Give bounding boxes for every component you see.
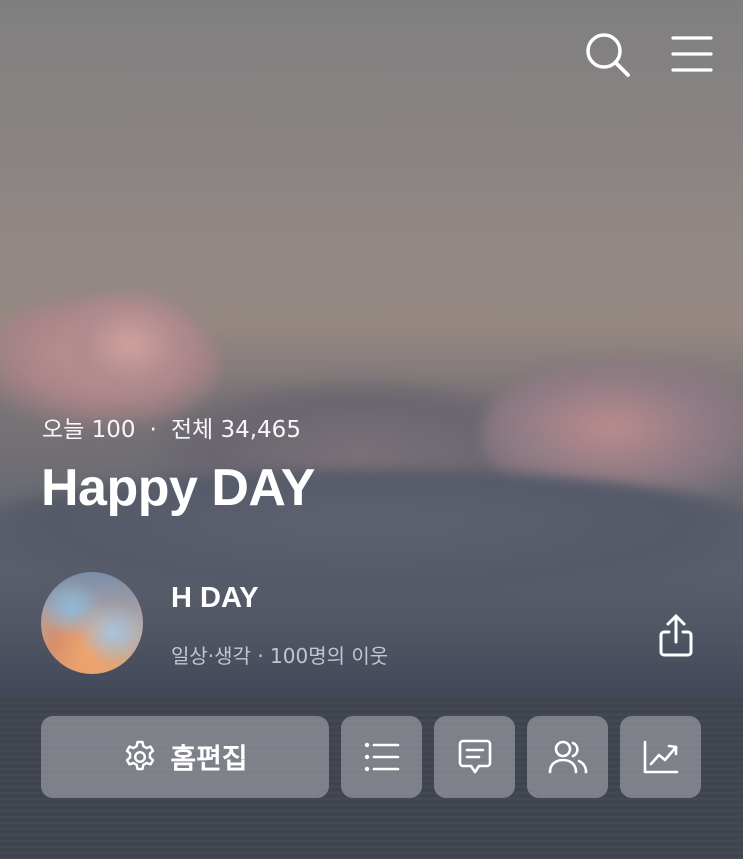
share-icon[interactable] [652,612,700,660]
statistics-button[interactable] [620,716,701,798]
profile-name[interactable]: H DAY [171,582,259,615]
message-icon [457,738,493,776]
today-count: 오늘 100 [42,417,136,443]
background-cloud [60,290,200,400]
neighbors-icon [548,739,588,775]
stats-separator: · [149,417,157,443]
hamburger-menu-icon[interactable] [668,30,716,78]
edit-home-button[interactable]: 홈편집 [41,716,329,798]
blog-home-screen: 오늘 100 · 전체 34,465 Happy DAY H DAY 일상·생각 ·… [0,0,743,859]
gear-icon [122,739,158,775]
total-count: 전체 34,465 [170,417,301,443]
search-icon[interactable] [583,30,631,78]
avatar[interactable] [41,572,143,674]
neighbors-button[interactable] [527,716,608,798]
blog-title: Happy DAY [41,459,315,517]
guestbook-button[interactable] [434,716,515,798]
profile-subtitle[interactable]: 일상·생각 · 100명의 이웃 [171,640,388,669]
edit-home-label: 홈편집 [170,742,248,775]
post-list-button[interactable] [341,716,422,798]
stats-chart-icon [642,739,680,775]
visitor-stats: 오늘 100 · 전체 34,465 [42,410,301,444]
list-icon [363,740,401,774]
